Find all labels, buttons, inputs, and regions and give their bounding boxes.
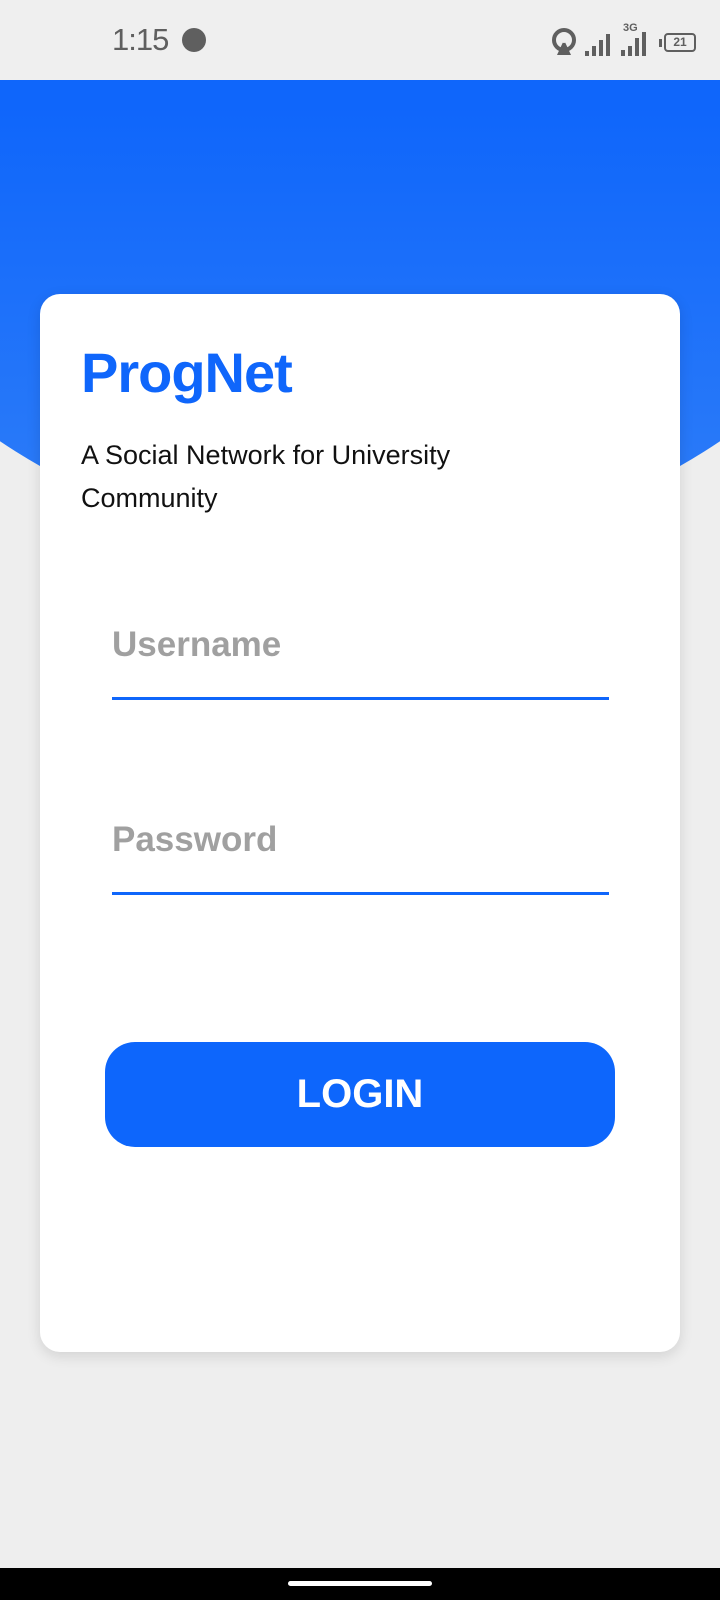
hotspot-icon <box>552 28 576 55</box>
login-button[interactable]: LOGIN <box>105 1042 615 1147</box>
password-placeholder: Password <box>112 820 278 859</box>
battery-icon: 21 <box>659 33 696 52</box>
username-placeholder: Username <box>112 625 282 664</box>
battery-level: 21 <box>664 33 696 52</box>
username-input[interactable]: Username <box>112 607 609 700</box>
signal-icon <box>585 34 610 56</box>
app-title: ProgNet <box>81 341 293 404</box>
status-icons: 3G 21 <box>551 22 696 56</box>
home-indicator[interactable] <box>288 1581 432 1586</box>
app-subtitle: A Social Network for University Communit… <box>81 440 451 513</box>
login-card: ProgNet A Social Network for University … <box>40 294 680 1352</box>
navigation-bar <box>0 1568 720 1600</box>
status-time: 1:15 <box>112 22 169 57</box>
recording-dot-icon <box>182 28 206 52</box>
status-bar: 1:15 3G 21 <box>0 0 720 80</box>
signal-3g-icon: 3G <box>621 22 651 56</box>
password-input[interactable]: Password <box>112 802 609 895</box>
